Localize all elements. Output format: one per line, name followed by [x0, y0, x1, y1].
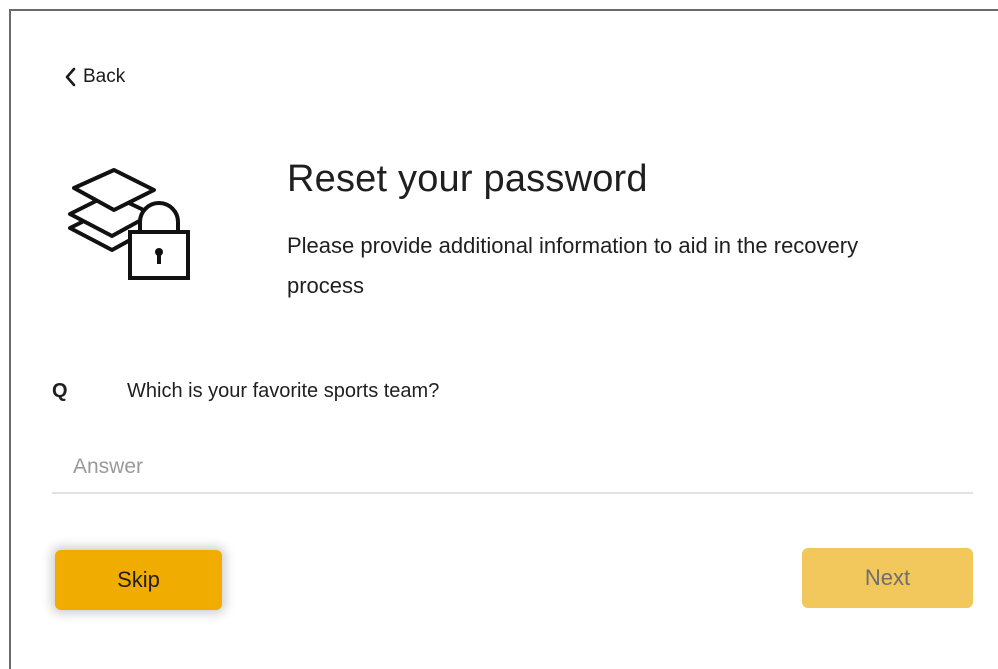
skip-button[interactable]: Skip: [55, 550, 222, 610]
stacked-layers-lock-icon: [66, 166, 198, 286]
back-link[interactable]: Back: [63, 66, 125, 88]
security-question: Q Which is your favorite sports team?: [52, 380, 439, 403]
answer-input[interactable]: [52, 442, 973, 494]
question-marker: Q: [52, 380, 68, 402]
chevron-left-icon: [63, 67, 77, 87]
back-label: Back: [83, 66, 126, 87]
question-text: Which is your favorite sports team?: [127, 380, 440, 402]
next-button[interactable]: Next: [802, 548, 973, 608]
page-title: Reset your password: [287, 158, 648, 200]
page-subtitle: Please provide additional information to…: [287, 233, 859, 298]
